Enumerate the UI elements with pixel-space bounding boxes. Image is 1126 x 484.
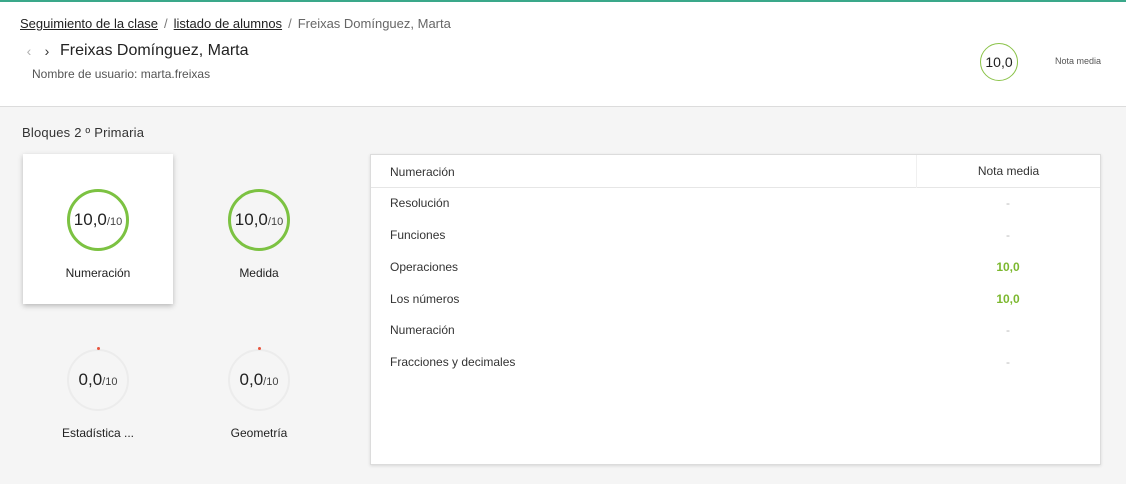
- block-label: Geometría: [230, 426, 288, 440]
- block-label: Estadística ...: [61, 426, 135, 440]
- table-row[interactable]: Funciones -: [371, 220, 1100, 252]
- breadcrumb: Seguimiento de la clase / listado de alumn…: [20, 16, 451, 31]
- section-title: Bloques 2 º Primaria: [22, 125, 145, 140]
- row-topic: Funciones: [390, 228, 446, 242]
- block-card-numeracion[interactable]: 10,0/10 Numeración: [23, 154, 173, 304]
- row-grade: -: [1006, 228, 1010, 242]
- block-score: 0,0/10: [78, 370, 118, 389]
- score-ring: 10,0/10: [228, 189, 290, 251]
- row-grade: -: [1006, 196, 1010, 210]
- progress-dot: [96, 347, 100, 350]
- page-header: Seguimiento de la clase / listado de alumn…: [0, 2, 1126, 107]
- row-grade: 10,0: [996, 292, 1020, 306]
- row-grade: -: [1006, 355, 1010, 369]
- chevron-left-icon[interactable]: ‹: [20, 43, 38, 59]
- table-row[interactable]: Resolución -: [371, 188, 1100, 220]
- breadcrumb-separator: /: [288, 16, 292, 31]
- row-grade: 10,0: [996, 260, 1020, 274]
- block-label: Medida: [239, 266, 279, 280]
- breadcrumb-current: Freixas Domínguez, Marta: [297, 16, 451, 31]
- block-card-estadistica[interactable]: 0,0/10 Estadística ...: [23, 314, 173, 464]
- row-grade: -: [1006, 323, 1010, 337]
- average-grade-label: Nota media: [1055, 56, 1102, 66]
- column-header-topic[interactable]: Numeración: [390, 165, 455, 179]
- block-card-geometria[interactable]: 0,0/10 Geometría: [184, 314, 334, 464]
- grades-table: Numeración Nota media Resolución - Funci…: [370, 154, 1101, 465]
- row-topic: Fracciones y decimales: [390, 355, 516, 369]
- average-grade-circle: 10,0: [980, 43, 1018, 81]
- row-topic: Numeración: [390, 323, 455, 337]
- student-username: Nombre de usuario: marta.freixas: [32, 67, 211, 81]
- table-row[interactable]: Operaciones 10,0: [371, 252, 1100, 284]
- score-ring: 0,0/10: [67, 347, 129, 411]
- block-card-medida[interactable]: 10,0/10 Medida: [184, 154, 334, 304]
- chevron-right-icon[interactable]: ›: [38, 43, 56, 59]
- student-navigation: ‹ ›: [20, 43, 56, 59]
- breadcrumb-class-tracking[interactable]: Seguimiento de la clase: [20, 16, 158, 31]
- row-topic: Resolución: [390, 196, 450, 210]
- breadcrumb-student-list[interactable]: listado de alumnos: [174, 16, 282, 31]
- table-row[interactable]: Numeración -: [371, 315, 1100, 347]
- table-row[interactable]: Fracciones y decimales -: [371, 347, 1100, 379]
- block-label: Numeración: [65, 266, 131, 280]
- row-topic: Los números: [390, 292, 460, 306]
- student-name: Freixas Domínguez, Marta: [60, 42, 249, 59]
- progress-dot: [257, 347, 261, 350]
- table-row[interactable]: Los números 10,0: [371, 284, 1100, 316]
- breadcrumb-separator: /: [164, 16, 168, 31]
- block-score: 10,0/10: [234, 210, 284, 229]
- block-score: 0,0/10: [239, 370, 279, 389]
- score-ring: 0,0/10: [228, 347, 290, 411]
- score-ring: 10,0/10: [67, 189, 129, 251]
- row-topic: Operaciones: [390, 260, 459, 274]
- table-header: Numeración Nota media: [371, 155, 1100, 188]
- column-header-average[interactable]: Nota media: [916, 155, 1100, 188]
- block-score: 10,0/10: [73, 210, 123, 229]
